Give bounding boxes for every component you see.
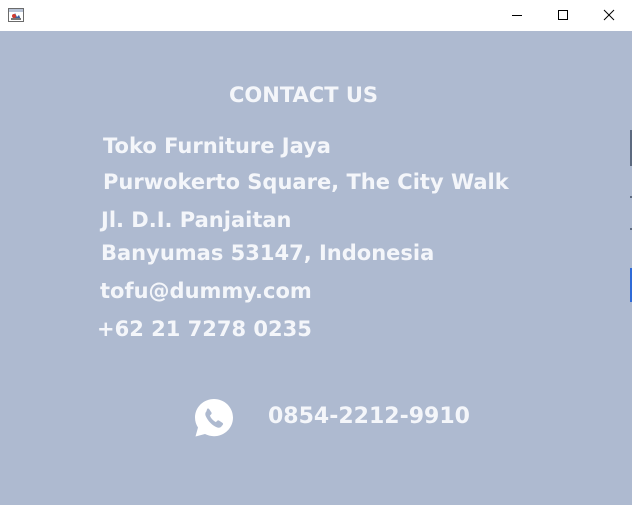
- maximize-button[interactable]: [540, 0, 586, 30]
- minimize-icon: [512, 15, 522, 16]
- close-icon: [603, 9, 615, 21]
- title-bar[interactable]: [0, 0, 632, 31]
- phone-text: +62 21 7278 0235: [97, 317, 312, 341]
- whatsapp-icon: [195, 399, 233, 437]
- contact-heading: CONTACT US: [229, 83, 379, 107]
- company-name: Toko Furniture Jaya: [103, 134, 331, 158]
- email-text: tofu@dummy.com: [100, 279, 312, 303]
- whatsapp-number: 0854-2212-9910: [268, 404, 470, 429]
- address-line-3: Banyumas 53147, Indonesia: [101, 241, 435, 265]
- java-app-icon: [8, 8, 24, 22]
- maximize-icon: [558, 10, 568, 20]
- app-window: CONTACT US Toko Furniture Jaya Purwokert…: [0, 0, 632, 505]
- minimize-button[interactable]: [494, 0, 540, 30]
- address-line-2: Jl. D.I. Panjaitan: [101, 208, 292, 232]
- address-line-1: Purwokerto Square, The City Walk: [103, 170, 509, 194]
- close-button[interactable]: [586, 0, 632, 30]
